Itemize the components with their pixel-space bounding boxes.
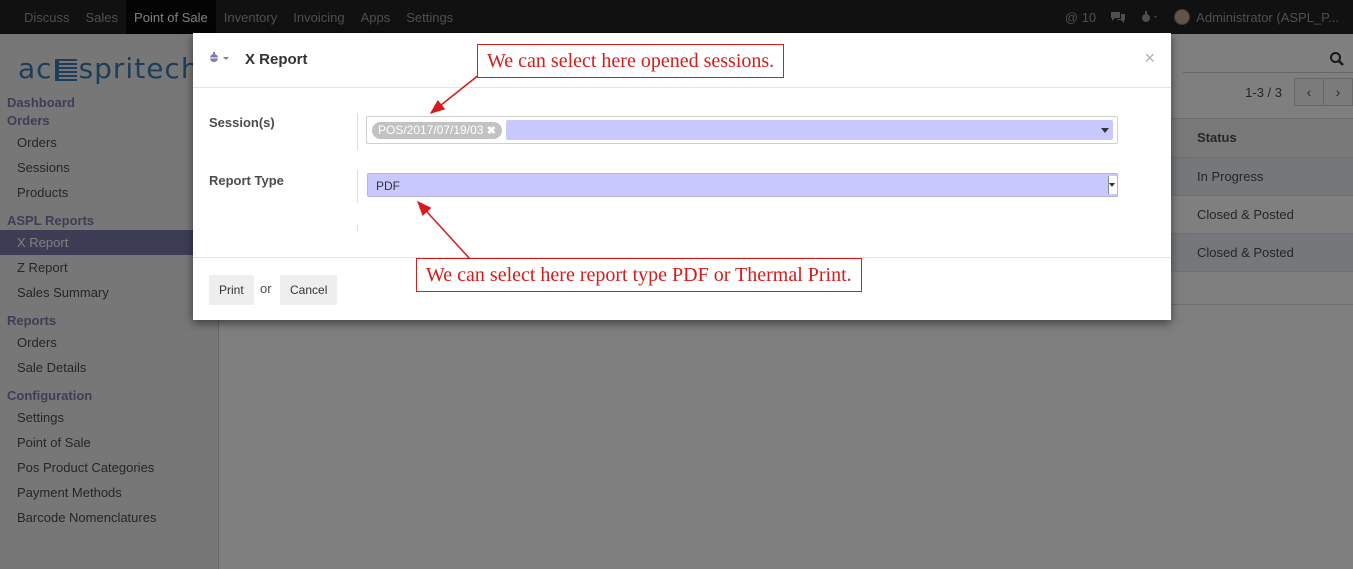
annotation-arrow-bottom xyxy=(416,200,471,260)
annotation-sessions: We can select here opened sessions. xyxy=(477,44,785,78)
annotation-report-type: We can select here report type PDF or Th… xyxy=(416,258,862,292)
annotation-arrow-top xyxy=(429,73,481,114)
